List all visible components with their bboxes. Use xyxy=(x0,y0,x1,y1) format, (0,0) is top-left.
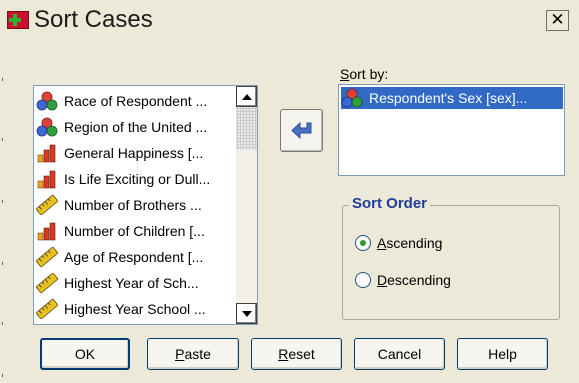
scale-icon xyxy=(35,194,59,216)
reset-button[interactable]: Reset xyxy=(251,338,342,370)
radio-selected-icon xyxy=(355,235,371,251)
scroll-thumb[interactable] xyxy=(236,107,257,150)
list-item[interactable]: General Happiness [... xyxy=(36,142,236,164)
app-icon xyxy=(7,11,29,29)
sort-order-title: Sort Order xyxy=(349,195,431,212)
variable-list-scrollbar[interactable] xyxy=(236,86,257,324)
ok-button[interactable]: OK xyxy=(40,338,130,370)
sort-by-list[interactable]: Respondent's Sex [sex]... xyxy=(338,84,565,176)
list-item[interactable]: Region of the United ... xyxy=(36,116,236,138)
sort-order-group: Sort Order Ascending Descending xyxy=(342,195,560,320)
nominal-icon xyxy=(36,117,58,137)
cancel-button[interactable]: Cancel xyxy=(354,338,445,370)
title-bar: Sort Cases ✕ xyxy=(0,0,579,34)
variable-list[interactable]: Race of Respondent ... Region of the Uni… xyxy=(33,85,258,325)
scale-icon xyxy=(35,246,59,268)
scale-icon xyxy=(35,272,59,294)
radio-empty-icon xyxy=(355,272,371,288)
paste-button[interactable]: Paste xyxy=(147,338,239,370)
left-edge-marks xyxy=(0,34,6,383)
scroll-up-button[interactable] xyxy=(236,86,257,107)
ordinal-icon xyxy=(36,143,58,163)
help-button[interactable]: Help xyxy=(457,338,548,370)
arrow-down-icon xyxy=(241,310,252,317)
list-item[interactable]: Respondent's Sex [sex]... xyxy=(341,87,563,109)
move-arrow-icon xyxy=(290,121,311,139)
list-item[interactable]: Highest Year School ... xyxy=(35,298,236,320)
descending-radio[interactable]: Descending xyxy=(355,272,451,288)
move-variable-button[interactable] xyxy=(280,109,323,152)
close-icon: ✕ xyxy=(550,10,565,30)
ascending-radio[interactable]: Ascending xyxy=(355,235,442,251)
arrow-up-icon xyxy=(241,93,252,100)
list-item[interactable]: Number of Children [... xyxy=(36,220,236,242)
nominal-icon xyxy=(341,88,363,108)
list-item[interactable]: Is Life Exciting or Dull... xyxy=(36,168,236,190)
list-item[interactable]: Age of Respondent [... xyxy=(35,246,236,268)
close-button[interactable]: ✕ xyxy=(546,10,569,31)
sort-by-label: Sort by: xyxy=(340,66,389,82)
list-item[interactable]: Highest Year of Sch... xyxy=(35,272,236,294)
ordinal-icon xyxy=(36,169,58,189)
list-item[interactable]: Race of Respondent ... xyxy=(36,90,236,112)
scale-icon xyxy=(35,298,59,320)
ordinal-icon xyxy=(36,221,58,241)
list-item[interactable]: Number of Brothers ... xyxy=(35,194,236,216)
nominal-icon xyxy=(36,91,58,111)
scroll-down-button[interactable] xyxy=(236,303,257,324)
window-title: Sort Cases xyxy=(34,6,153,33)
